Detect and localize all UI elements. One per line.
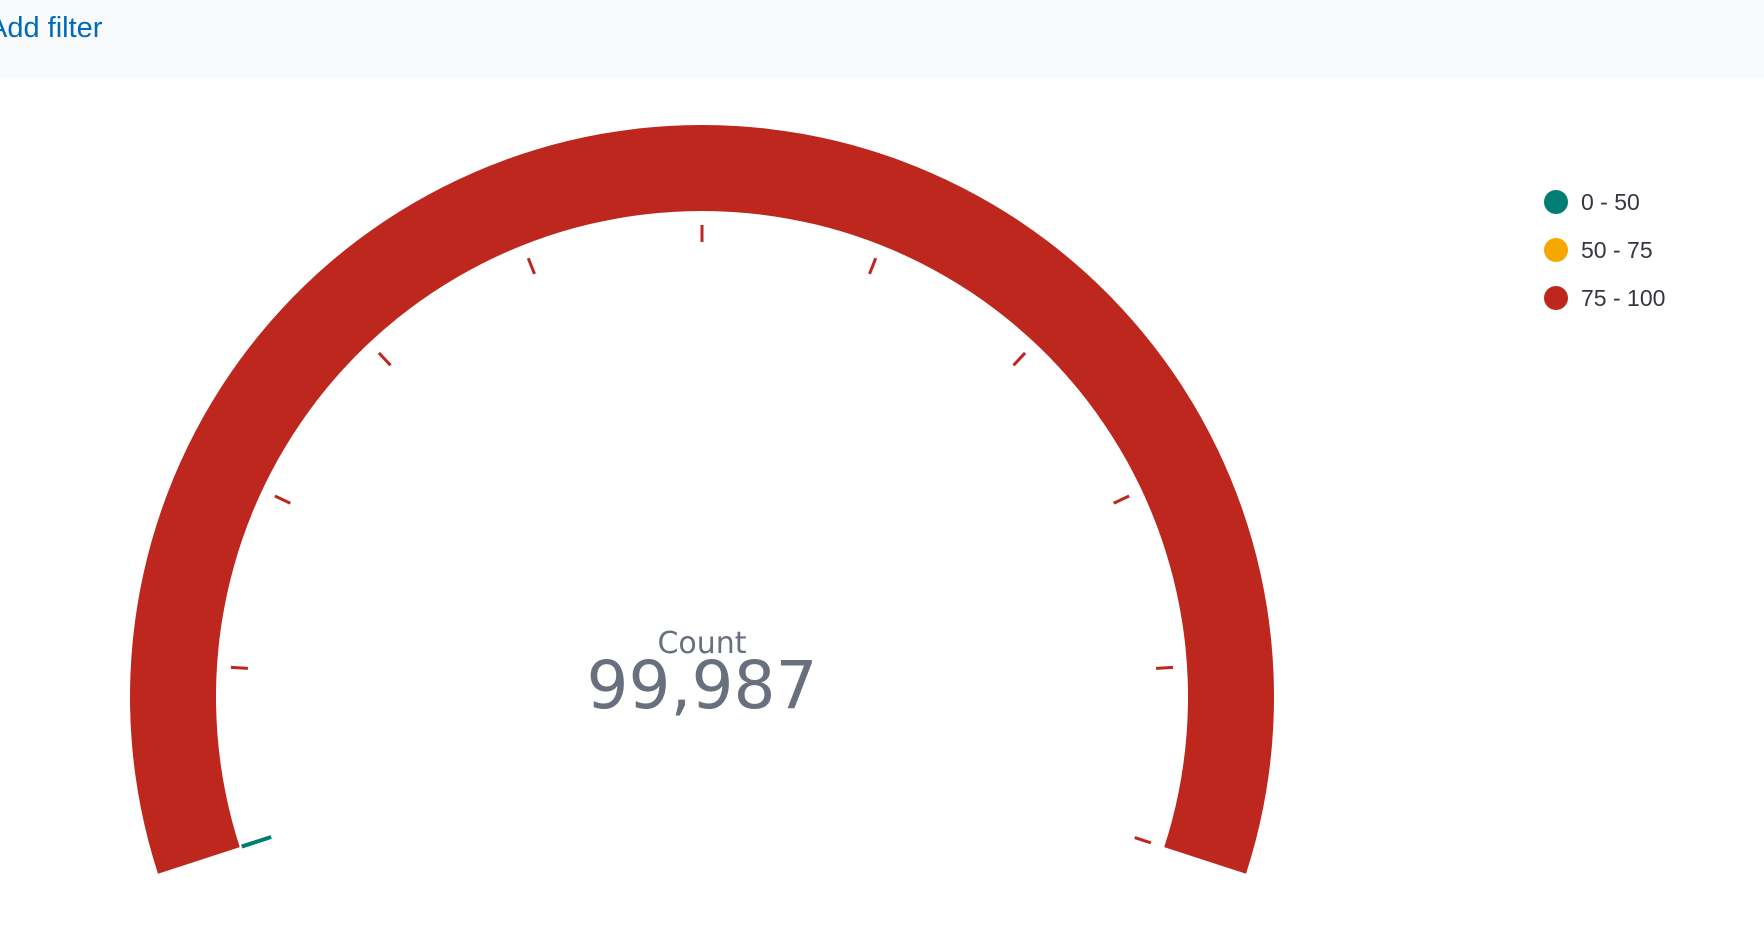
gauge-start-marker	[241, 835, 272, 849]
legend-item[interactable]: 0 - 50	[1544, 178, 1665, 226]
legend-label: 0 - 50	[1581, 188, 1640, 215]
legend: 0 - 50 50 - 75 75 - 100	[1544, 178, 1665, 322]
gauge-min-marker	[241, 835, 272, 849]
gauge-value: 99,987	[587, 647, 818, 724]
legend-color-dot	[1544, 238, 1568, 262]
gauge-tick	[1156, 665, 1174, 670]
gauge-visualization: Count 99,987 0 - 50 50 - 75 75 - 100	[0, 78, 1764, 944]
gauge-tick	[377, 351, 392, 367]
gauge-chart: Count 99,987	[129, 124, 1274, 874]
legend-color-dot	[1544, 190, 1568, 214]
gauge-tick	[230, 665, 248, 670]
gauge-tick	[1113, 494, 1130, 505]
legend-color-dot	[1544, 286, 1568, 310]
legend-label: 75 - 100	[1581, 284, 1666, 311]
legend-item[interactable]: 75 - 100	[1544, 274, 1665, 322]
add-filter-link[interactable]: Add filter	[0, 12, 102, 45]
gauge-tick	[1134, 836, 1152, 845]
legend-item[interactable]: 50 - 75	[1544, 226, 1665, 274]
gauge-tick	[868, 257, 878, 275]
gauge-tick	[526, 257, 536, 275]
filter-bar: Add filter	[0, 0, 1764, 78]
legend-label: 50 - 75	[1581, 236, 1653, 263]
gauge-tick	[1012, 351, 1027, 367]
gauge-tick	[274, 494, 291, 505]
